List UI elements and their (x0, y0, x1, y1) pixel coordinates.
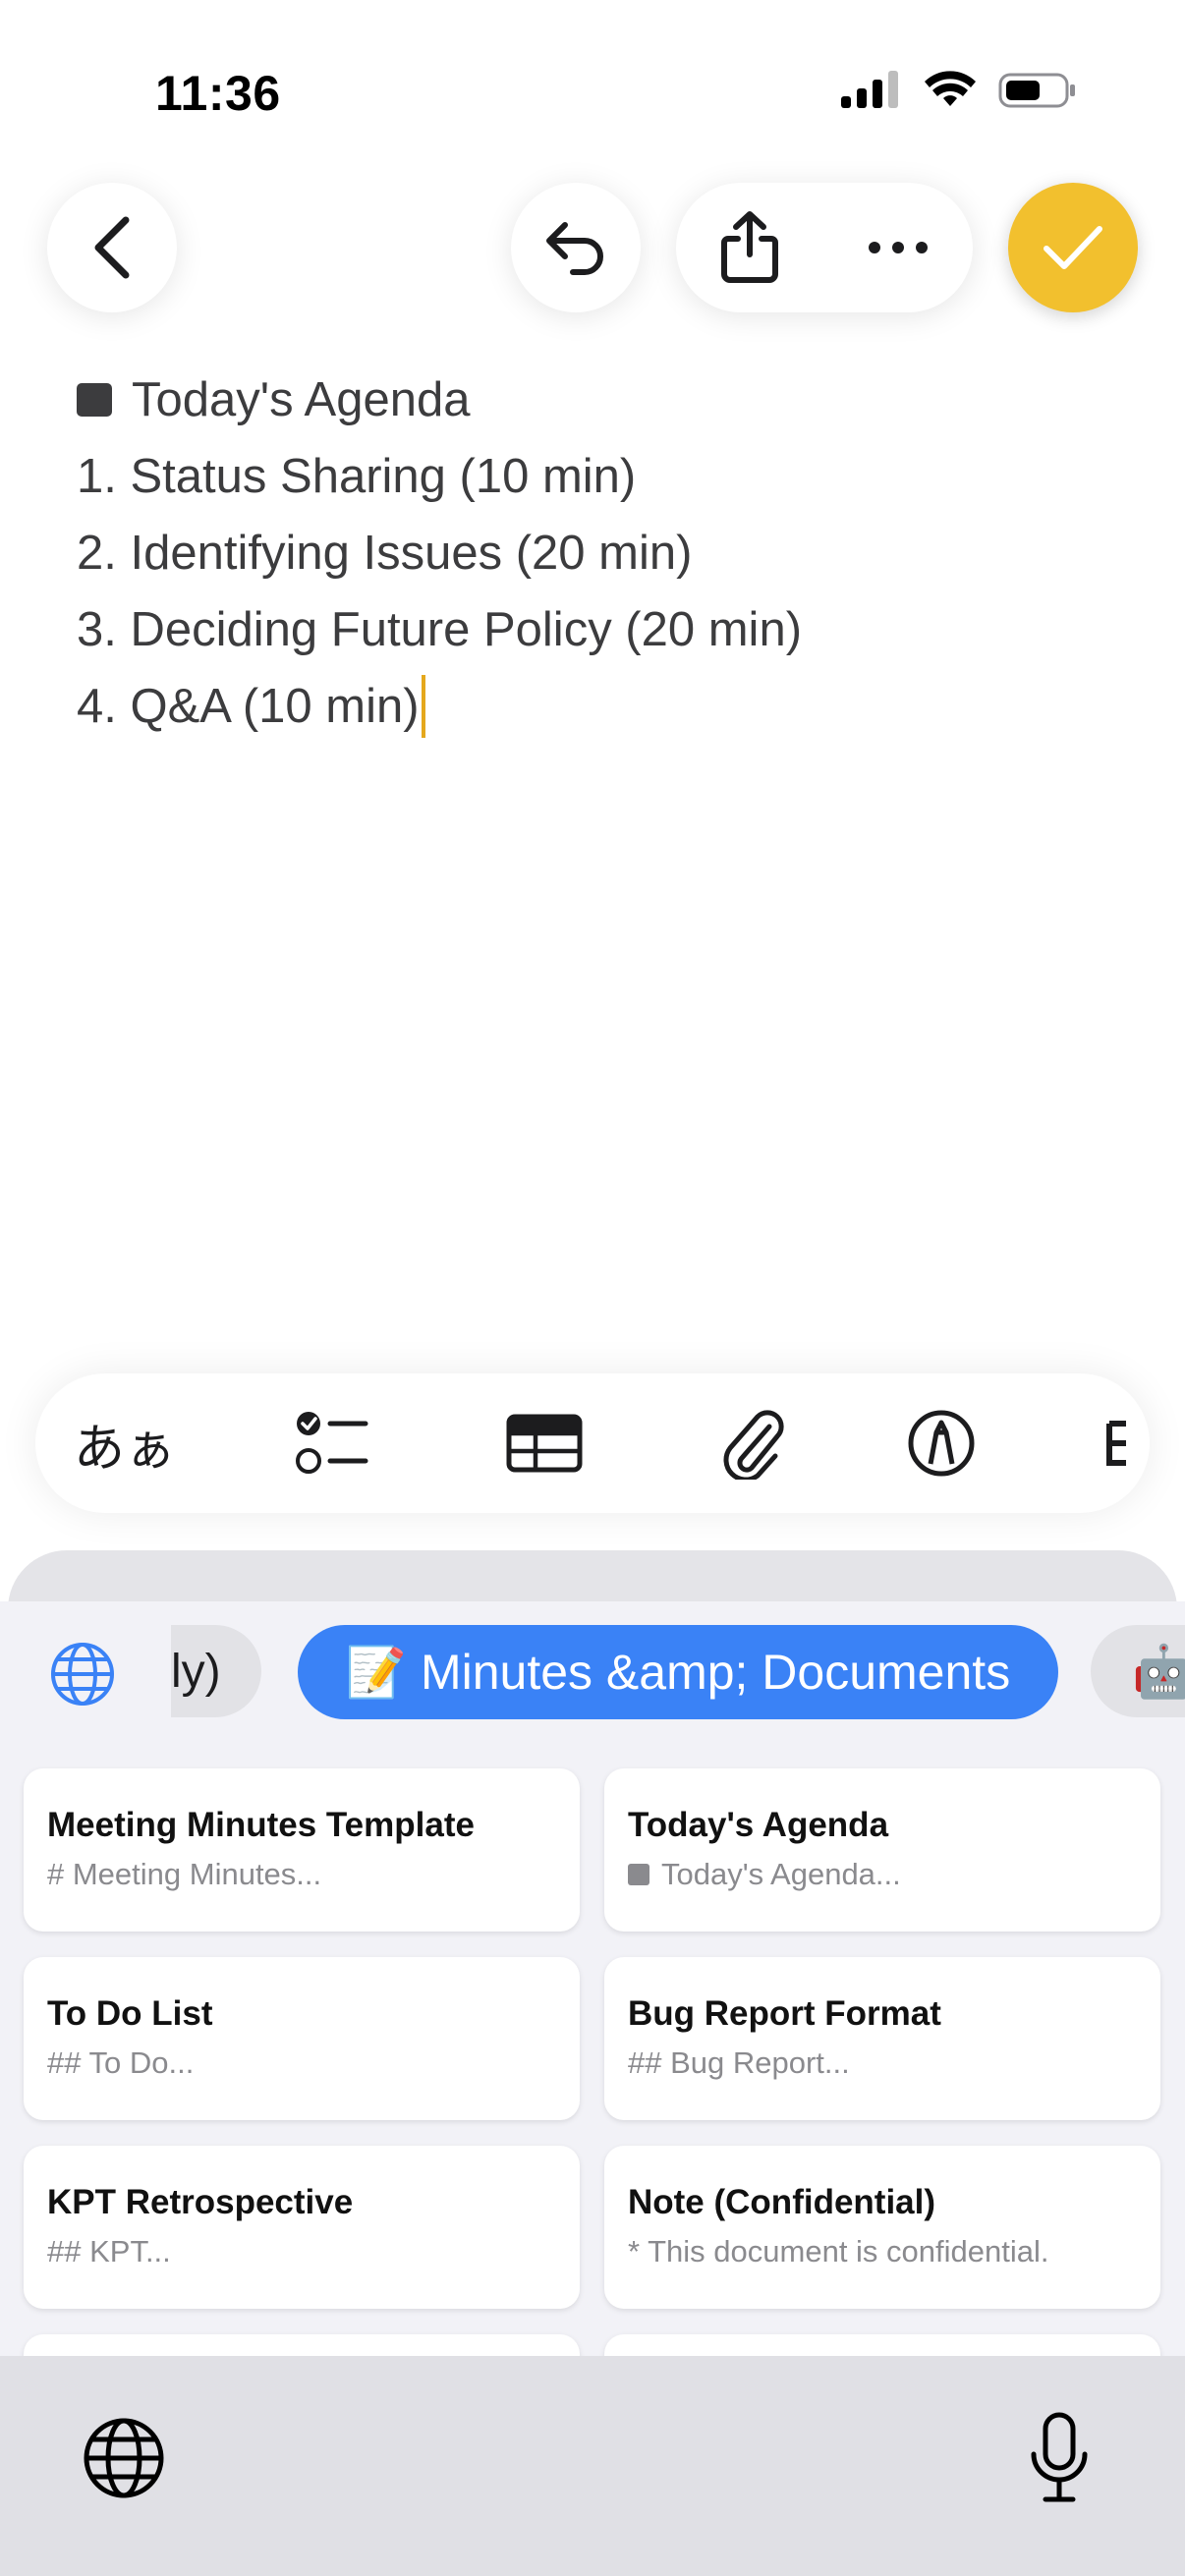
square-bullet-icon (77, 383, 112, 417)
template-card-partial[interactable] (604, 2334, 1160, 2356)
more-icon[interactable] (867, 240, 930, 255)
markup-button[interactable] (902, 1407, 981, 1480)
status-time: 11:36 (155, 66, 281, 121)
dictation-button[interactable] (1028, 2411, 1091, 2510)
battery-icon (998, 73, 1075, 108)
template-title: To Do List (47, 1994, 213, 2033)
note-editor[interactable]: Today's Agenda 1. Status Sharing (10 min… (77, 362, 1108, 745)
template-card[interactable]: Bug Report Format ## Bug Report... (604, 1957, 1160, 2120)
attachment-button[interactable] (713, 1407, 792, 1480)
microphone-icon (1031, 2412, 1088, 2502)
template-list: Meeting Minutes Template # Meeting Minut… (0, 1743, 1185, 2356)
globe-icon (84, 2418, 164, 2498)
template-title: Meeting Minutes Template (47, 1806, 475, 1844)
template-card[interactable]: Note (Confidential) * This document is c… (604, 2146, 1160, 2309)
checklist-button[interactable] (293, 1409, 371, 1478)
table-icon (506, 1414, 583, 1473)
template-title: Bug Report Format (628, 1994, 941, 2033)
note-line: 2. Identifying Issues (20 min) (77, 527, 693, 580)
template-preview-row: Today's Agenda... (628, 1857, 1137, 1892)
template-preview: ## Bug Report... (628, 2045, 850, 2080)
note-line: 3. Deciding Future Policy (20 min) (77, 603, 803, 656)
formatting-toolbar: あぁ (35, 1373, 1150, 1513)
status-icons (841, 71, 1077, 110)
category-chip-next[interactable]: 🤖 (1091, 1625, 1185, 1717)
more-format-button[interactable] (1106, 1409, 1150, 1478)
note-heading-line: Today's Agenda (77, 362, 1108, 438)
note-line: 4. Q&A (10 min) (77, 680, 420, 733)
template-preview: # Meeting Minutes... (47, 1857, 322, 1891)
partial-toolbar-icon (1106, 1421, 1126, 1466)
template-title: Today's Agenda (628, 1806, 889, 1844)
wifi-icon (925, 71, 976, 106)
template-preview: * This document is confidential. (628, 2234, 1049, 2268)
globe-icon (51, 1643, 114, 1706)
paperclip-icon (723, 1410, 784, 1480)
share-icon[interactable] (720, 211, 779, 284)
share-more-group (676, 183, 973, 312)
text-style-button[interactable]: あぁ (71, 1411, 179, 1478)
template-card[interactable]: Meeting Minutes Template # Meeting Minut… (24, 1768, 580, 1932)
template-card[interactable]: To Do List ## To Do... (24, 1957, 580, 2120)
keyboard-bottom-bar (0, 2356, 1185, 2576)
template-card-partial[interactable] (24, 2334, 580, 2356)
undo-icon (546, 222, 603, 275)
text-cursor (421, 675, 425, 738)
note-heading: Today's Agenda (132, 373, 471, 426)
back-button[interactable] (47, 183, 177, 312)
globe-chip-button[interactable] (49, 1641, 116, 1712)
template-preview: ## KPT... (47, 2234, 171, 2268)
table-button[interactable] (505, 1409, 584, 1478)
checklist-icon (296, 1412, 368, 1474)
square-bullet-icon (628, 1864, 649, 1885)
note-last-line: 4. Q&A (10 min) (77, 668, 1108, 745)
checkmark-icon (1044, 226, 1102, 269)
template-title: Note (Confidential) (628, 2183, 936, 2221)
template-card[interactable]: Today's Agenda Today's Agenda... (604, 1768, 1160, 1932)
chevron-left-icon (94, 216, 130, 279)
category-chip-previous[interactable]: ly) (171, 1625, 261, 1717)
category-chip-active[interactable]: 📝 Minutes &amp; Documents (298, 1625, 1058, 1719)
undo-button[interactable] (511, 183, 641, 312)
markup-pen-icon (908, 1410, 975, 1477)
template-title: KPT Retrospective (47, 2183, 354, 2221)
template-preview: ## To Do... (47, 2045, 195, 2080)
note-line: 1. Status Sharing (10 min) (77, 450, 637, 503)
template-card[interactable]: KPT Retrospective ## KPT... (24, 2146, 580, 2309)
done-button[interactable] (1008, 183, 1138, 312)
cellular-signal-icon (841, 71, 898, 108)
template-preview: Today's Agenda... (661, 1857, 901, 1891)
keyboard-switch-button[interactable] (83, 2417, 165, 2504)
